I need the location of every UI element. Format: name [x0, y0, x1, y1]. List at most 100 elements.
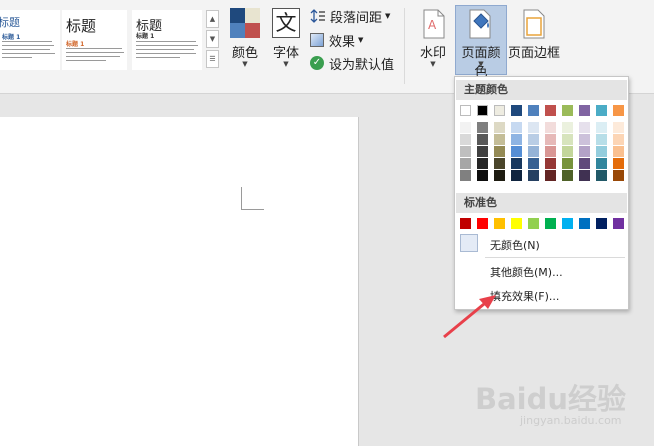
watermark-button[interactable]: A 水印 ▼ [414, 6, 454, 74]
theme-color-swatch[interactable] [613, 122, 624, 133]
theme-color-swatch[interactable] [477, 158, 488, 169]
theme-color-swatch[interactable] [562, 158, 573, 169]
theme-color-swatch[interactable] [613, 134, 624, 145]
theme-color-swatch[interactable] [562, 105, 573, 116]
standard-color-swatch[interactable] [579, 218, 590, 229]
standard-color-swatch[interactable] [494, 218, 505, 229]
style-heading: 标题 [66, 17, 97, 35]
document-page[interactable] [0, 117, 359, 446]
theme-color-swatch[interactable] [494, 105, 505, 116]
theme-color-swatch[interactable] [528, 170, 539, 181]
fill-effects-item[interactable]: 填充效果(F)... [456, 285, 627, 305]
standard-color-swatch[interactable] [511, 218, 522, 229]
theme-color-swatch[interactable] [460, 170, 471, 181]
theme-color-swatch[interactable] [460, 146, 471, 157]
theme-color-swatch[interactable] [477, 170, 488, 181]
group-separator [404, 8, 405, 84]
theme-color-swatch[interactable] [613, 170, 624, 181]
theme-color-swatch[interactable] [596, 170, 607, 181]
page-color-button[interactable]: 页面颜色 ▼ [455, 5, 507, 80]
theme-color-swatch[interactable] [477, 146, 488, 157]
theme-color-swatch[interactable] [494, 158, 505, 169]
standard-color-swatch[interactable] [596, 218, 607, 229]
theme-color-swatch[interactable] [528, 158, 539, 169]
effects-button[interactable]: 效果 ▼ [310, 30, 363, 50]
theme-color-swatch[interactable] [596, 146, 607, 157]
theme-color-swatch[interactable] [562, 146, 573, 157]
style-set-item[interactable]: 标题 标题 1 [0, 10, 60, 70]
theme-color-swatch[interactable] [562, 134, 573, 145]
fonts-icon: 文 [272, 8, 300, 38]
theme-color-swatch[interactable] [477, 134, 488, 145]
page-borders-button[interactable]: 页面边框 [508, 6, 560, 74]
svg-text:A: A [428, 18, 437, 32]
theme-color-swatch[interactable] [511, 158, 522, 169]
theme-color-swatch[interactable] [511, 170, 522, 181]
theme-color-swatch[interactable] [545, 122, 556, 133]
theme-color-swatch[interactable] [528, 134, 539, 145]
theme-color-swatch[interactable] [545, 158, 556, 169]
theme-color-swatch[interactable] [579, 134, 590, 145]
colors-icon [230, 8, 260, 38]
theme-color-swatch[interactable] [596, 105, 607, 116]
style-set-item[interactable]: 标题 标题 1 [62, 10, 127, 70]
theme-color-swatch[interactable] [494, 146, 505, 157]
theme-color-swatch[interactable] [460, 134, 471, 145]
theme-color-swatch[interactable] [596, 134, 607, 145]
theme-color-swatch[interactable] [613, 158, 624, 169]
theme-color-swatch[interactable] [545, 146, 556, 157]
theme-color-swatch[interactable] [545, 105, 556, 116]
theme-color-swatch[interactable] [528, 122, 539, 133]
theme-color-swatch[interactable] [596, 122, 607, 133]
gallery-scroll-down-button[interactable]: ▼ [206, 30, 219, 48]
theme-color-swatch[interactable] [477, 105, 488, 116]
theme-color-swatch[interactable] [511, 105, 522, 116]
theme-color-swatch[interactable] [613, 105, 624, 116]
more-colors-item[interactable]: 其他颜色(M)... [456, 261, 627, 281]
theme-color-swatch[interactable] [494, 122, 505, 133]
set-as-default-button[interactable]: ✓ 设为默认值 [310, 53, 394, 73]
paragraph-spacing-icon [310, 9, 325, 23]
theme-color-swatch[interactable] [511, 146, 522, 157]
theme-color-swatch[interactable] [613, 146, 624, 157]
theme-color-swatch[interactable] [528, 146, 539, 157]
chevron-down-icon: ▼ [430, 60, 436, 68]
gallery-more-button[interactable]: ☰ [206, 50, 219, 68]
page-borders-label: 页面边框 [508, 46, 561, 61]
theme-color-swatch[interactable] [494, 134, 505, 145]
theme-color-swatch[interactable] [545, 170, 556, 181]
checkmark-icon: ✓ [310, 56, 324, 70]
theme-color-swatch[interactable] [460, 122, 471, 133]
standard-color-swatch[interactable] [528, 218, 539, 229]
fonts-button[interactable]: 文 字体 ▼ [268, 6, 306, 74]
theme-color-swatch[interactable] [545, 134, 556, 145]
standard-color-swatch[interactable] [477, 218, 488, 229]
theme-color-swatch[interactable] [511, 122, 522, 133]
theme-color-swatch[interactable] [562, 170, 573, 181]
theme-color-swatch[interactable] [562, 122, 573, 133]
style-set-item[interactable]: 标题 标题 1 [132, 10, 202, 70]
gallery-scroll-up-button[interactable]: ▲ [206, 10, 219, 28]
theme-color-swatch[interactable] [477, 122, 488, 133]
theme-color-swatch[interactable] [579, 170, 590, 181]
standard-color-swatch[interactable] [545, 218, 556, 229]
effects-icon [310, 33, 324, 47]
theme-color-swatch[interactable] [460, 158, 471, 169]
theme-color-swatch[interactable] [579, 122, 590, 133]
theme-color-swatch[interactable] [579, 105, 590, 116]
chevron-down-icon: ▼ [478, 60, 484, 68]
colors-button[interactable]: 颜色 ▼ [226, 6, 266, 74]
theme-color-swatch[interactable] [596, 158, 607, 169]
page-borders-icon [523, 9, 545, 39]
standard-color-swatch[interactable] [562, 218, 573, 229]
theme-color-swatch[interactable] [528, 105, 539, 116]
theme-color-swatch[interactable] [460, 105, 471, 116]
standard-color-swatch[interactable] [613, 218, 624, 229]
standard-color-swatch[interactable] [460, 218, 471, 229]
no-color-item[interactable]: 无颜色(N) [456, 233, 627, 255]
theme-color-swatch[interactable] [579, 158, 590, 169]
theme-color-swatch[interactable] [511, 134, 522, 145]
theme-color-swatch[interactable] [579, 146, 590, 157]
paragraph-spacing-button[interactable]: 段落间距 ▼ [310, 6, 390, 26]
theme-color-swatch[interactable] [494, 170, 505, 181]
